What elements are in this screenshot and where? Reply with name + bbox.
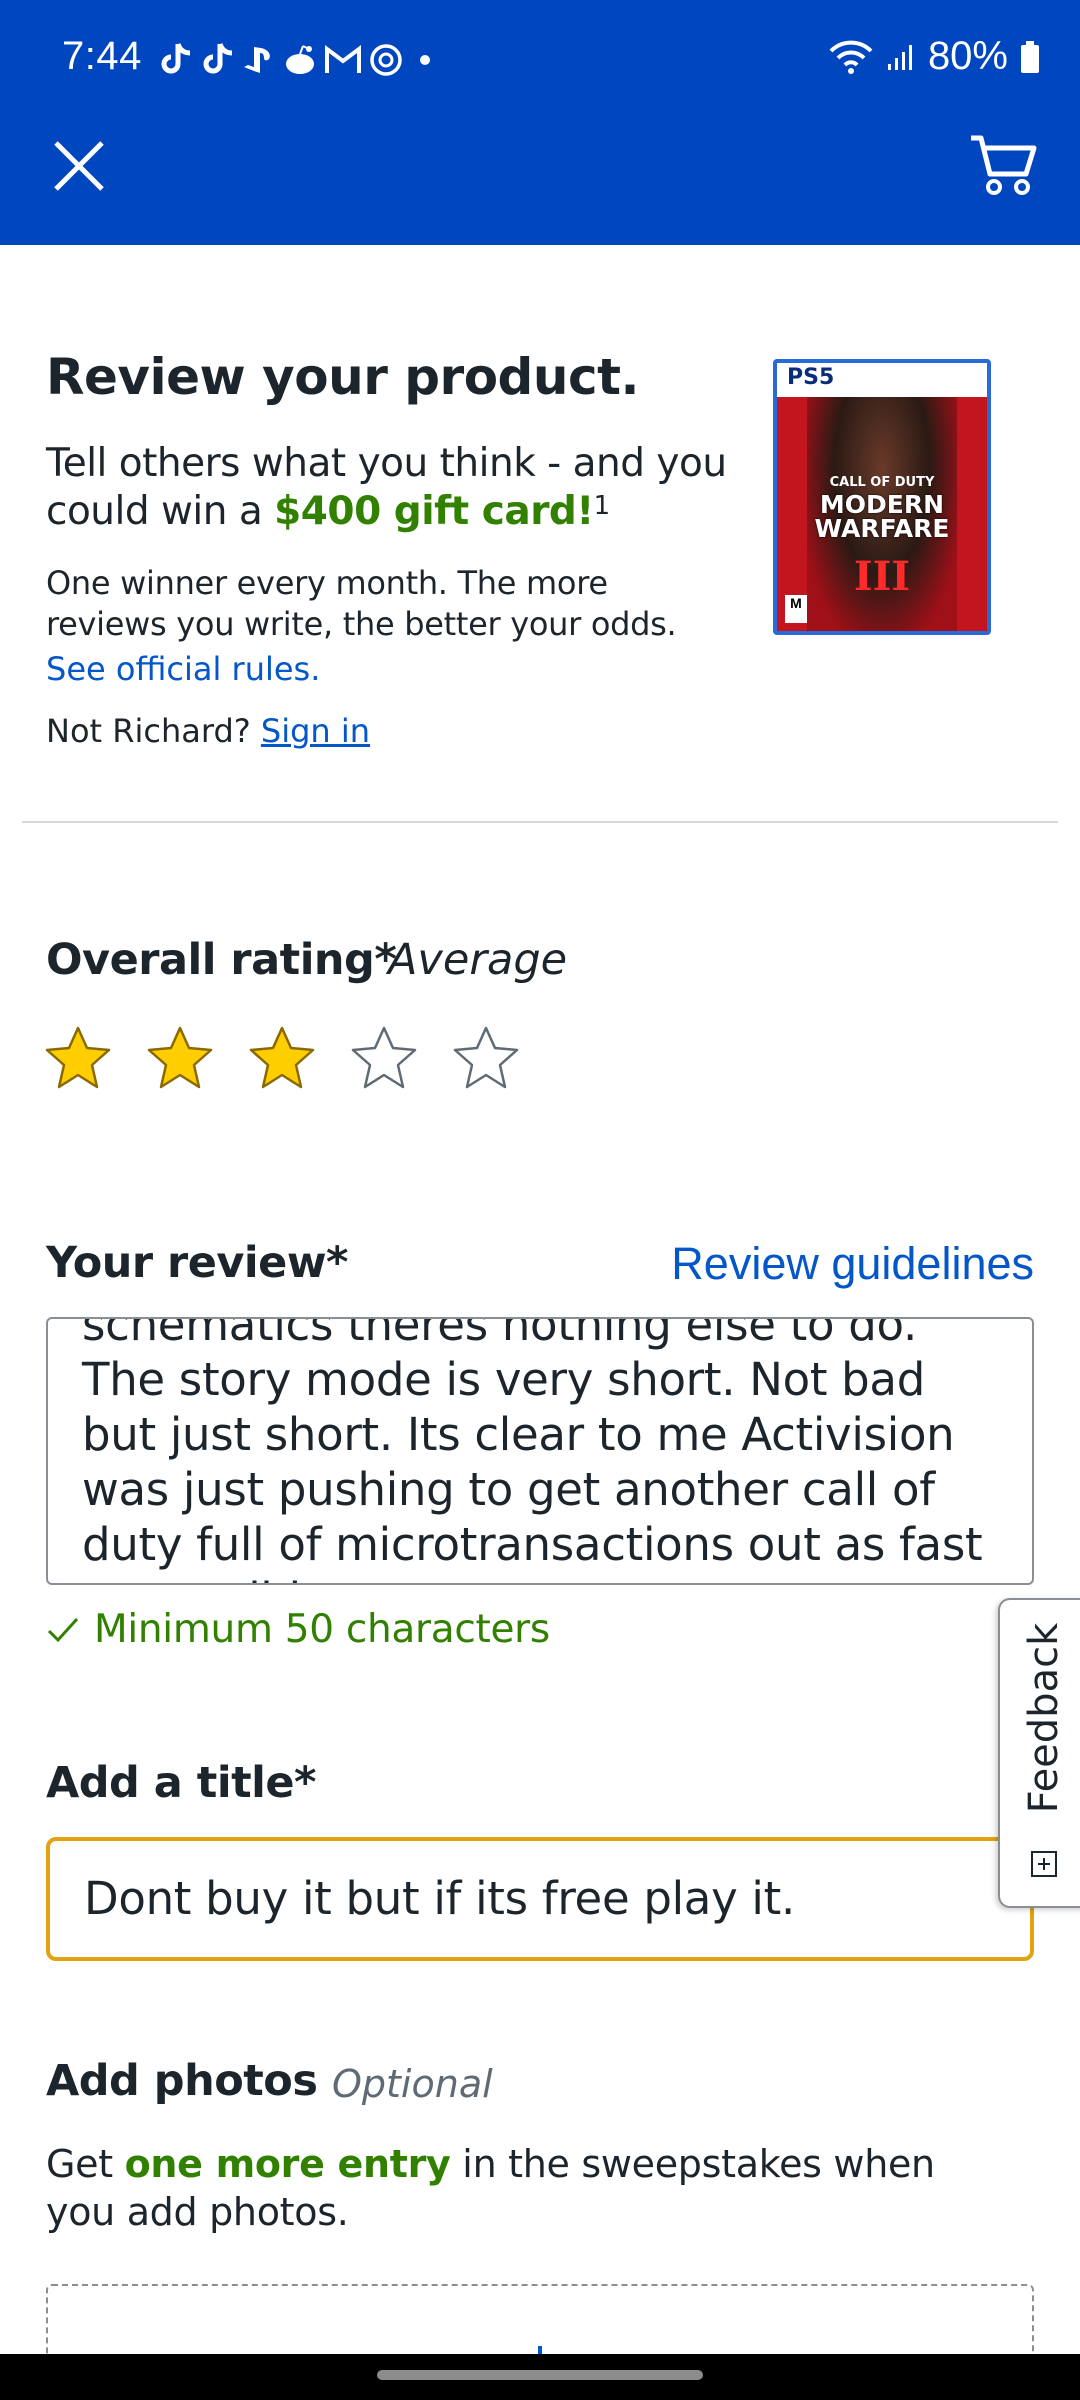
battery-icon xyxy=(1021,40,1039,73)
status-bar: 7:44 80% xyxy=(0,0,1080,120)
section-divider xyxy=(22,821,1058,823)
tiktok-icon xyxy=(203,43,233,74)
cover-brand: CALL OF DUTY xyxy=(829,475,935,490)
home-gesture-bar[interactable] xyxy=(377,2370,703,2380)
checkmark-icon xyxy=(47,1617,79,1642)
gmail-icon xyxy=(325,45,361,73)
add-photos-label: Add photos xyxy=(46,2056,318,2106)
star-filled-icon[interactable] xyxy=(44,1024,112,1092)
star-filled-icon[interactable] xyxy=(248,1024,316,1092)
cover-title-line2: WARFARE xyxy=(814,514,950,543)
close-button[interactable] xyxy=(48,135,110,197)
official-rules-link[interactable]: See official rules. xyxy=(46,650,320,688)
esrb-rating: M xyxy=(785,595,807,623)
wifi-icon xyxy=(829,40,873,74)
platform-label: PS5 xyxy=(787,365,835,390)
review-guidelines-link[interactable]: Review guidelines xyxy=(671,1238,1034,1290)
close-icon xyxy=(54,141,104,191)
cart-icon xyxy=(971,135,1037,195)
dot-icon xyxy=(420,55,430,65)
notification-icons xyxy=(158,38,440,82)
not-user-line: Not Richard? Sign in xyxy=(46,712,370,750)
reddit-icon xyxy=(286,45,314,74)
product-image: PS5 CALL OF DUTY MODERN WARFARE III M xyxy=(773,359,991,635)
star-empty-icon[interactable] xyxy=(350,1024,418,1092)
status-time: 7:44 xyxy=(62,34,142,78)
ps5-banner: PS5 xyxy=(777,363,987,397)
playstation-icon xyxy=(244,47,270,73)
tiktok-icon xyxy=(161,43,191,74)
review-intro: Review your product. Tell others what yo… xyxy=(0,245,1080,822)
your-review-label: Your review* xyxy=(46,1238,349,1288)
feedback-label: Feedback xyxy=(1021,1622,1067,1814)
sync-icon xyxy=(370,44,402,76)
battery-percent: 80% xyxy=(927,34,1008,78)
star-empty-icon[interactable] xyxy=(452,1024,520,1092)
prize-highlight: $400 gift card! xyxy=(274,489,594,534)
prize-tagline: Tell others what you think - and you cou… xyxy=(46,440,746,536)
photos-desc-pre: Get xyxy=(46,2142,125,2186)
review-textarea[interactable]: schematics theres nothing else to do. Th… xyxy=(46,1317,1034,1585)
feedback-tab[interactable]: Feedback xyxy=(998,1598,1080,1908)
rating-value-word: Average xyxy=(388,935,568,985)
sign-in-link[interactable]: Sign in xyxy=(261,712,370,750)
photos-desc-highlight: one more entry xyxy=(124,2142,451,2186)
winner-text: One winner every month. The more reviews… xyxy=(46,564,677,643)
overall-rating-label: Overall rating* xyxy=(46,935,397,985)
min-characters-check: Minimum 50 characters xyxy=(46,1607,550,1652)
cover-title: MODERN WARFARE xyxy=(777,492,987,543)
photos-optional-label: Optional xyxy=(332,2062,493,2106)
system-nav-bar xyxy=(0,2354,1080,2400)
footnote-mark: 1 xyxy=(593,491,611,521)
photos-description: Get one more entry in the sweepstakes wh… xyxy=(46,2140,1006,2236)
cover-numeral: III xyxy=(853,553,911,600)
star-filled-icon[interactable] xyxy=(146,1024,214,1092)
min-characters-text: Minimum 50 characters xyxy=(94,1607,550,1652)
signal-icon xyxy=(887,44,912,70)
review-text: schematics theres nothing else to do. Th… xyxy=(82,1317,983,1583)
add-title-label: Add a title* xyxy=(46,1758,317,1808)
app-header: 7:44 80% xyxy=(0,0,1080,245)
page-title: Review your product. xyxy=(46,348,639,406)
star-rating xyxy=(44,1024,520,1092)
feedback-plus-icon xyxy=(1031,1851,1057,1877)
title-input[interactable]: Dont buy it but if its free play it. xyxy=(46,1837,1034,1961)
status-right: 80% xyxy=(828,34,1040,79)
not-user-text: Not Richard? xyxy=(46,712,261,750)
cart-button[interactable] xyxy=(968,133,1038,199)
